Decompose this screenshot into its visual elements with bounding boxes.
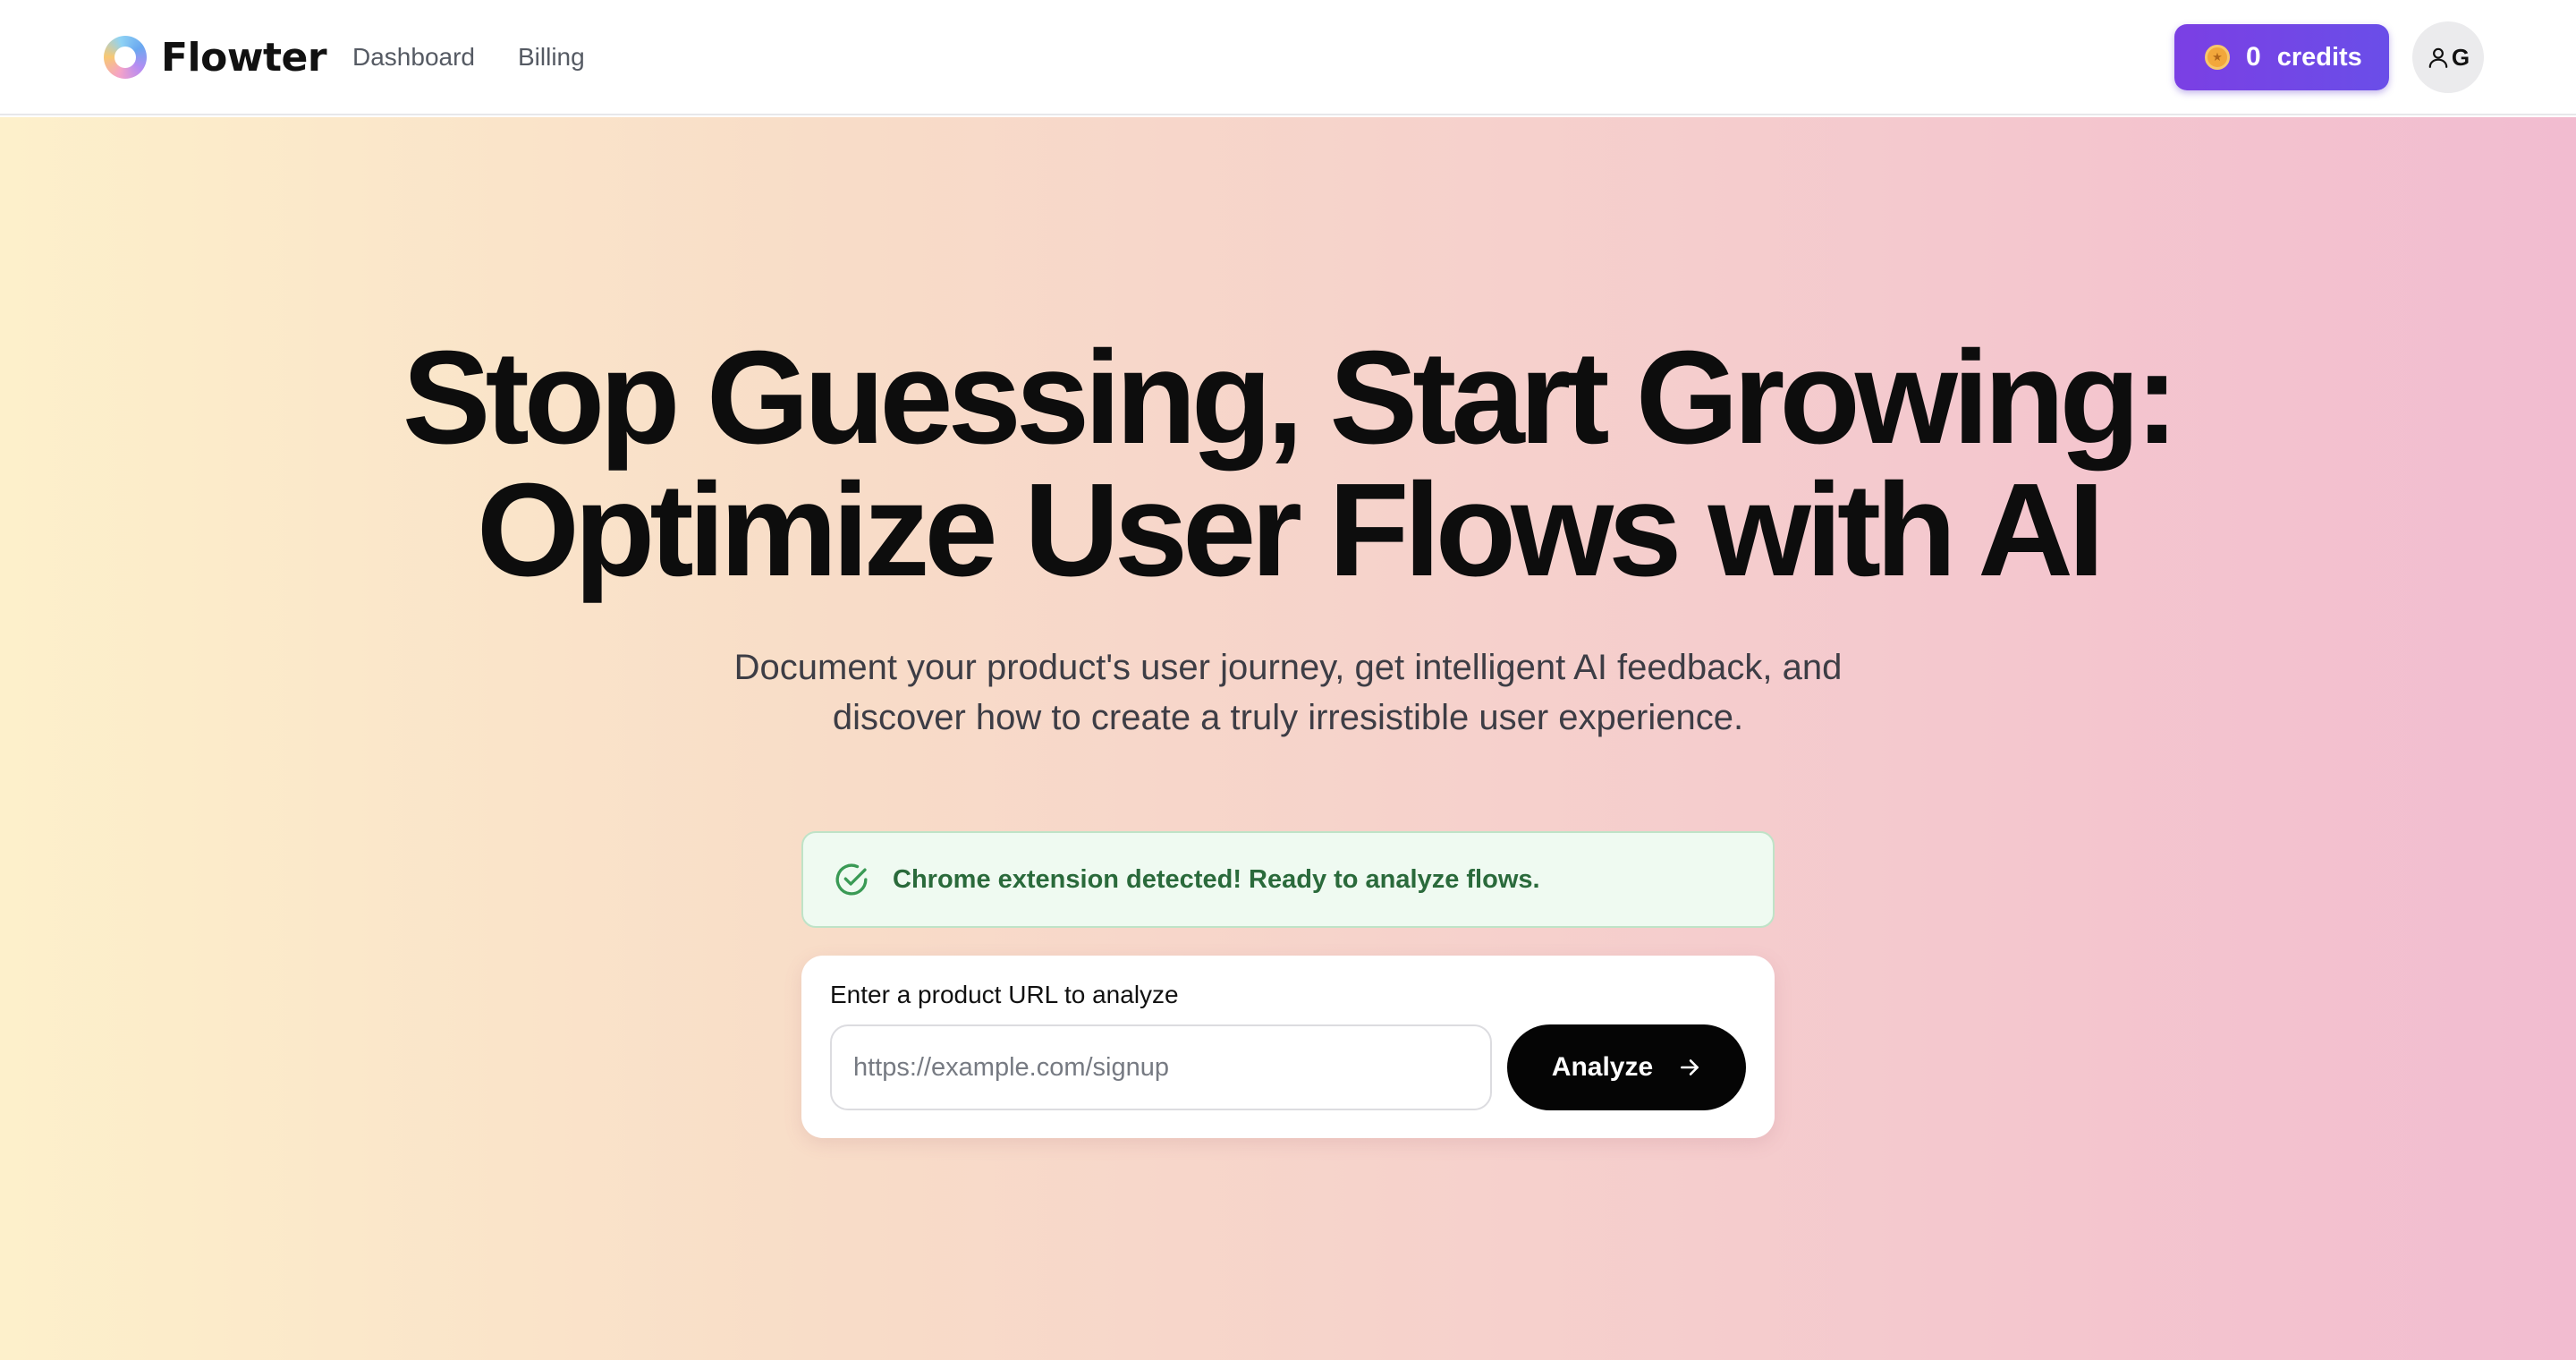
hero-subtitle: Document your product's user journey, ge… [0, 642, 2576, 743]
arrow-right-icon [1681, 1059, 1699, 1075]
analyze-form-card: Enter a product URL to analyze Analyze [801, 956, 1775, 1138]
product-url-input[interactable] [830, 1024, 1492, 1110]
avatar-initial: G [2451, 43, 2470, 71]
hero-title: Stop Guessing, Start Growing: Optimize U… [0, 332, 2576, 597]
analyze-button-label: Analyze [1551, 1052, 1654, 1082]
brand-name: Flowter [161, 34, 327, 81]
app-window: Flowter Dashboard Billing 0 credits G St… [0, 0, 2576, 1360]
extension-status-banner: Chrome extension detected! Ready to anal… [801, 831, 1775, 928]
main-nav: Dashboard Billing [352, 36, 585, 79]
url-field-label: Enter a product URL to analyze [830, 981, 1179, 1008]
analyze-button[interactable]: Analyze [1507, 1024, 1746, 1110]
nav-billing[interactable]: Billing [518, 36, 585, 79]
hero-subtitle-line-1: Document your product's user journey, ge… [733, 648, 1843, 687]
brand-link[interactable]: Flowter [104, 34, 327, 81]
hero-subtitle-line-2: discover how to create a truly irresisti… [832, 698, 1744, 737]
coin-icon [2205, 45, 2230, 70]
ring-logo-icon [104, 36, 147, 79]
credits-button[interactable]: 0 credits [2174, 24, 2389, 90]
user-avatar-button[interactable]: G [2412, 21, 2484, 93]
hero-title-line-1: Stop Guessing, Start Growing: [402, 324, 2179, 472]
credits-label: credits [2276, 42, 2362, 72]
check-circle-icon [835, 863, 868, 896]
nav-dashboard[interactable]: Dashboard [352, 36, 475, 79]
top-navbar: Flowter Dashboard Billing 0 credits G [0, 0, 2576, 115]
user-icon [2428, 47, 2448, 68]
credits-count: 0 [2246, 42, 2261, 72]
hero-title-line-2: Optimize User Flows with AI [476, 456, 2105, 604]
extension-status-text: Chrome extension detected! Ready to anal… [893, 864, 1540, 894]
hero-section: Stop Guessing, Start Growing: Optimize U… [0, 117, 2576, 1360]
